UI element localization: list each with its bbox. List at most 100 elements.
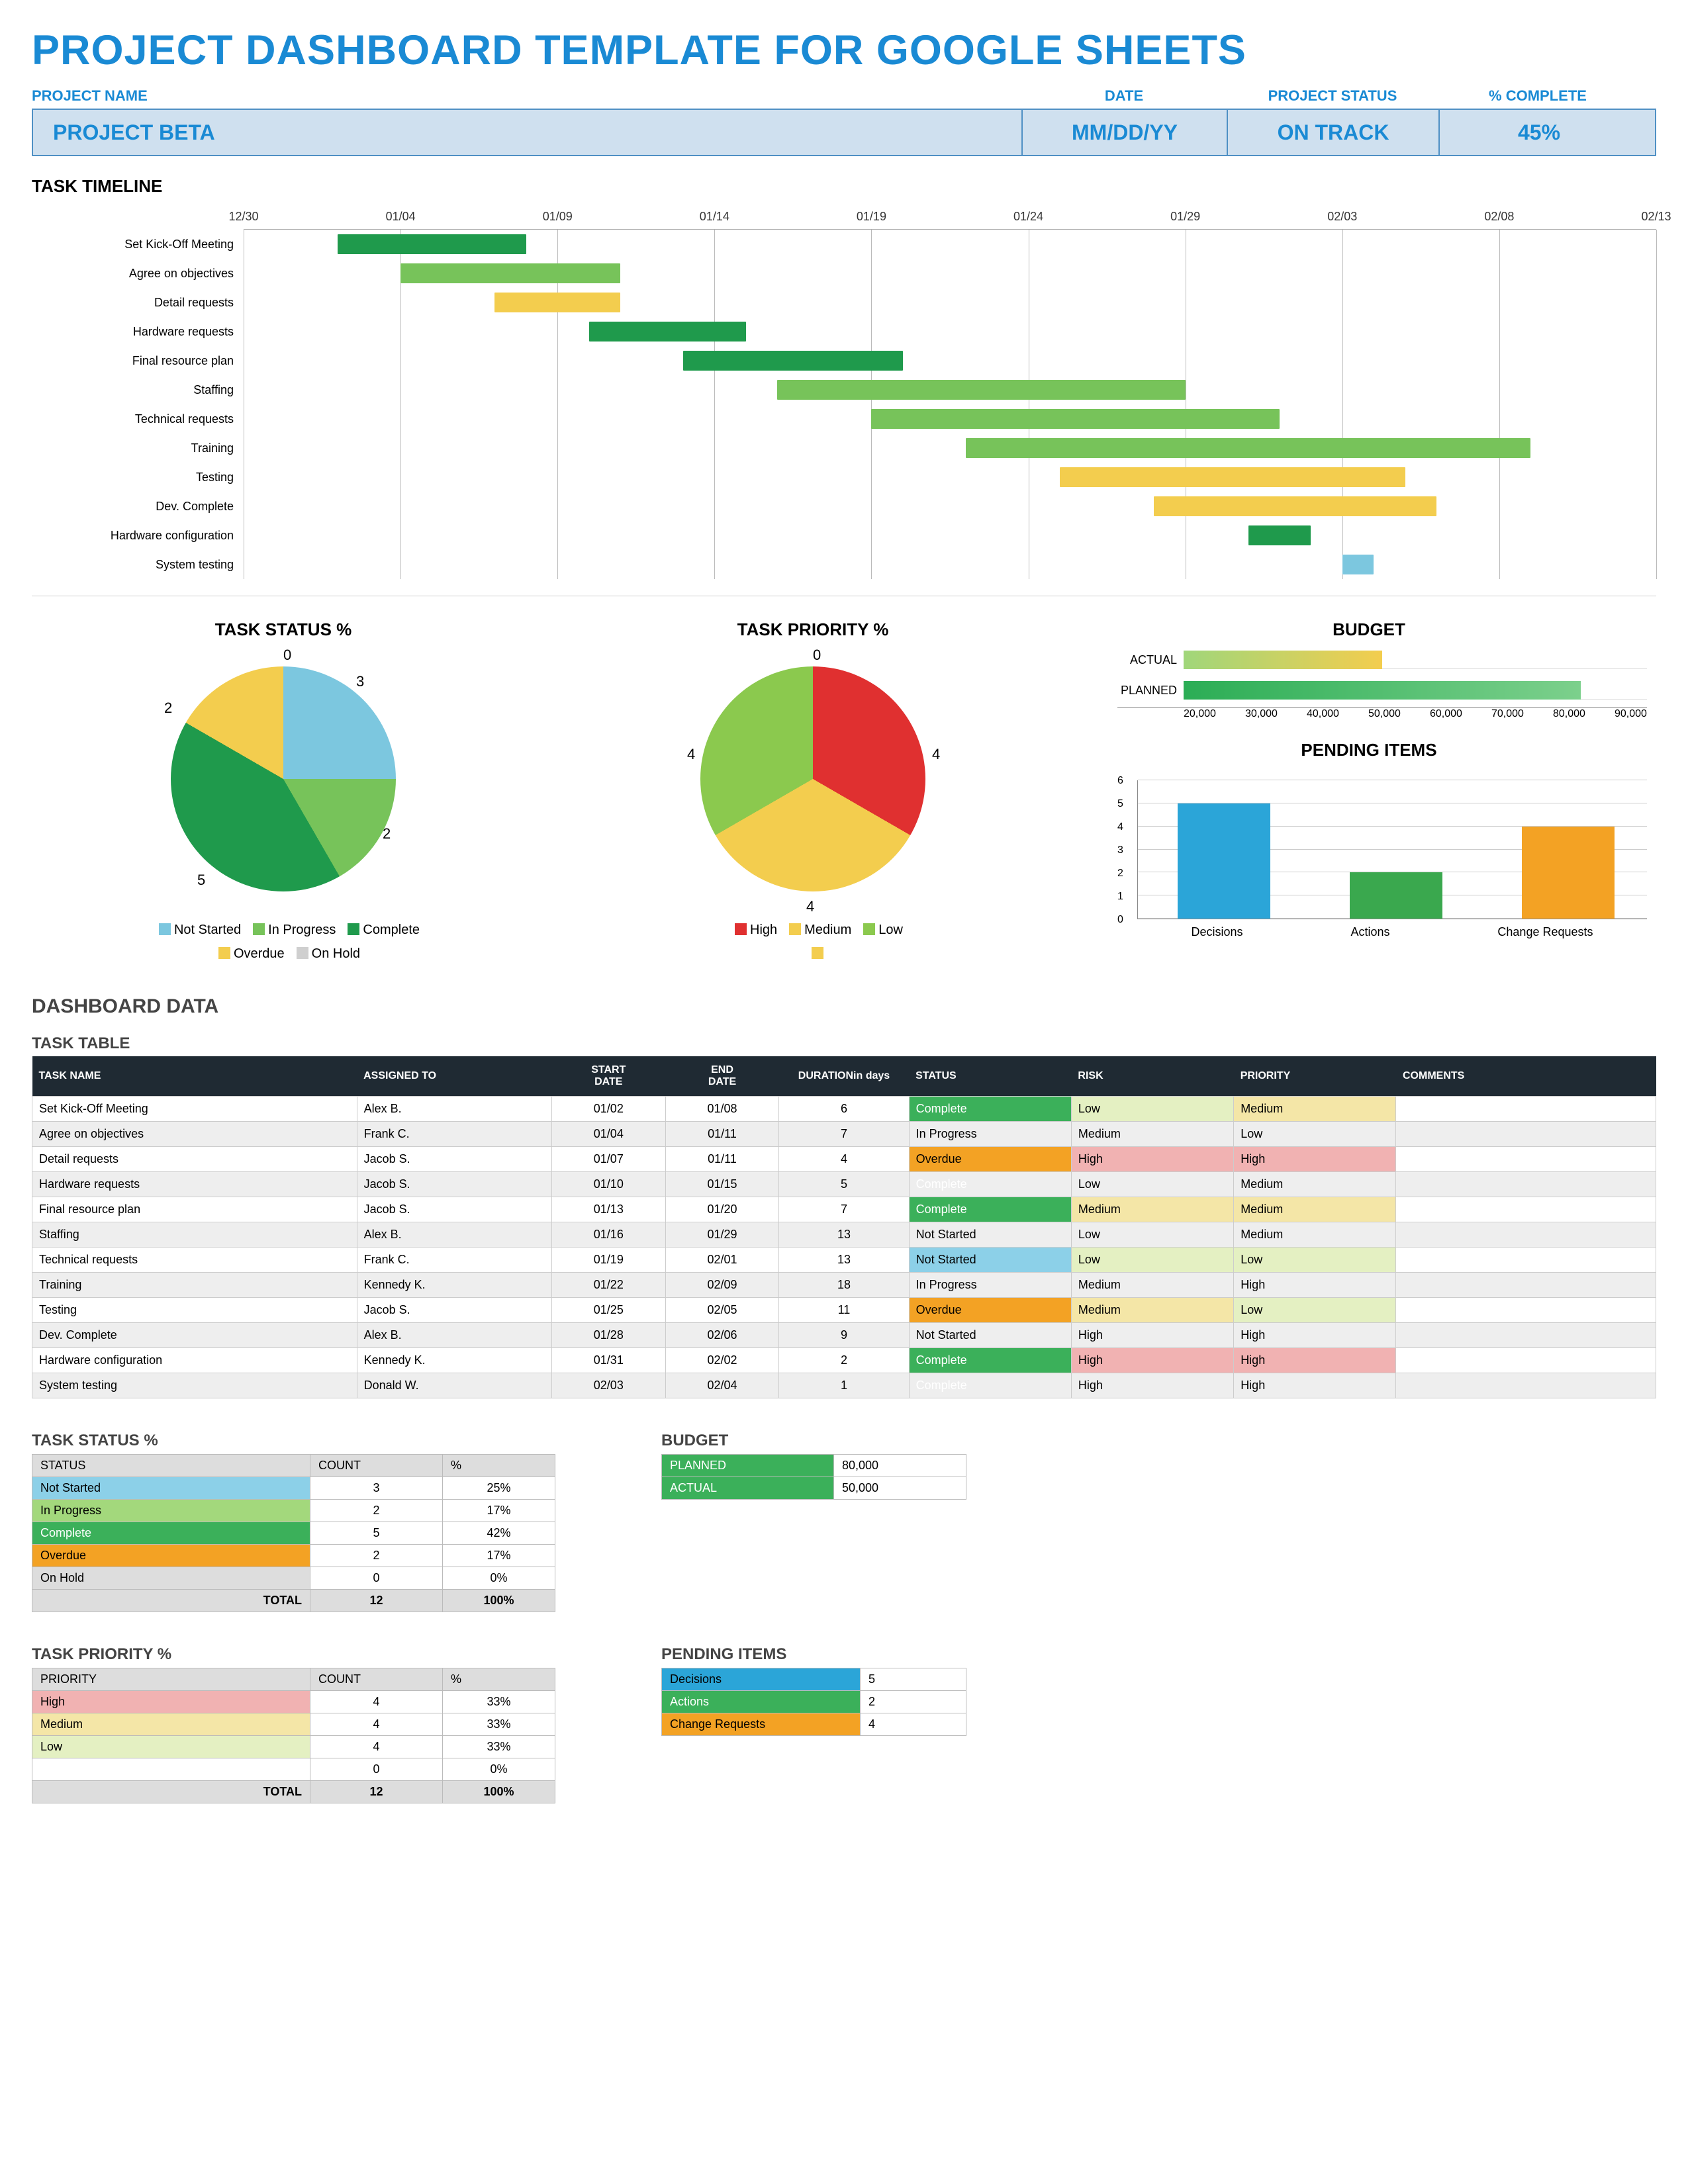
priority-pie (700, 666, 925, 891)
label-date: DATE (1021, 87, 1227, 105)
priority-summary-title: TASK PRIORITY % (32, 1645, 555, 1664)
gantt-task-label: Dev. Complete (32, 492, 244, 521)
table-row[interactable]: Decisions5 (662, 1668, 966, 1691)
budget-label: PLANNED (1117, 684, 1184, 698)
table-row[interactable]: High433% (32, 1691, 555, 1713)
label-complete: % COMPLETE (1438, 87, 1637, 105)
table-row[interactable]: Final resource planJacob S.01/1301/207Co… (32, 1197, 1656, 1222)
gantt-bar (494, 293, 620, 312)
gantt-task-label: System testing (32, 550, 244, 579)
label-projectname: PROJECT NAME (32, 87, 1021, 105)
task-th: PRIORITY (1234, 1056, 1396, 1097)
pending-bar (1522, 827, 1615, 919)
budget-summary-title: BUDGET (661, 1432, 966, 1450)
pending-x-label: Actions (1350, 925, 1389, 939)
dashboard-data-title: DASHBOARD DATA (32, 995, 1656, 1018)
pending-x-label: Decisions (1191, 925, 1243, 939)
task-table: TASK NAMEASSIGNED TOSTARTDATEENDDATEDURA… (32, 1056, 1656, 1398)
table-row[interactable]: Low433% (32, 1736, 555, 1758)
pending-x-label: Change Requests (1497, 925, 1593, 939)
pending-chart: 0123456DecisionsActionsChange Requests (1117, 780, 1647, 939)
task-th: TASK NAME (32, 1056, 357, 1097)
pending-summary-title: PENDING ITEMS (661, 1645, 966, 1664)
task-status-chart: TASK STATUS % 32520 Not StartedIn Progre… (32, 619, 535, 966)
value-status[interactable]: ON TRACK (1228, 110, 1440, 155)
gantt-task-label: Set Kick-Off Meeting (32, 230, 244, 259)
budget-summary-table: PLANNED80,000ACTUAL50,000 (661, 1454, 966, 1500)
pending-title: PENDING ITEMS (1091, 740, 1647, 760)
task-th: STARTDATE (551, 1056, 665, 1097)
table-row[interactable]: PLANNED80,000 (662, 1455, 966, 1477)
charts-row: TASK STATUS % 32520 Not StartedIn Progre… (32, 619, 1656, 966)
budget-bar (1184, 651, 1382, 669)
gantt-bar (400, 263, 620, 283)
status-summary-title: TASK STATUS % (32, 1432, 555, 1450)
header-labels: PROJECT NAME DATE PROJECT STATUS % COMPL… (32, 87, 1656, 105)
gantt-task-label: Training (32, 433, 244, 463)
table-row[interactable]: Set Kick-Off MeetingAlex B.01/0201/086Co… (32, 1097, 1656, 1122)
status-pie (171, 666, 396, 891)
pie-value: 0 (283, 647, 291, 664)
table-row[interactable]: ACTUAL50,000 (662, 1477, 966, 1500)
header-row: PROJECT BETA MM/DD/YY ON TRACK 45% (32, 109, 1656, 156)
task-priority-chart: TASK PRIORITY % 4440 HighMediumLow (561, 619, 1064, 966)
pie-value: 4 (932, 746, 940, 763)
table-row[interactable]: Hardware requestsJacob S.01/1001/155Comp… (32, 1172, 1656, 1197)
gantt-task-label: Staffing (32, 375, 244, 404)
budget-title: BUDGET (1091, 619, 1647, 640)
gantt-chart: Set Kick-Off MeetingAgree on objectivesD… (32, 203, 1656, 596)
table-row[interactable]: Overdue217% (32, 1545, 555, 1567)
table-row[interactable]: Not Started325% (32, 1477, 555, 1500)
gantt-task-label: Technical requests (32, 404, 244, 433)
table-row[interactable]: 00% (32, 1758, 555, 1781)
table-row[interactable]: TrainingKennedy K.01/2202/0918In Progres… (32, 1273, 1656, 1298)
pie-value: 2 (383, 825, 391, 842)
table-row[interactable]: Change Requests4 (662, 1713, 966, 1736)
task-th: RISK (1071, 1056, 1233, 1097)
gantt-bar (777, 380, 1185, 400)
summary-th: % (443, 1668, 555, 1691)
table-row[interactable]: On Hold00% (32, 1567, 555, 1590)
gantt-bar (1154, 496, 1436, 516)
value-date[interactable]: MM/DD/YY (1023, 110, 1228, 155)
pending-summary-table: Decisions5Actions2Change Requests4 (661, 1668, 966, 1736)
table-row[interactable]: Complete542% (32, 1522, 555, 1545)
task-th: COMMENTS (1396, 1056, 1656, 1097)
right-charts: BUDGET ACTUALPLANNED20,00030,00040,00050… (1091, 619, 1647, 966)
pie-value: 2 (164, 700, 172, 717)
gantt-bar (1060, 467, 1405, 487)
gantt-bar (338, 234, 526, 254)
table-row[interactable]: Dev. CompleteAlex B.01/2802/069Not Start… (32, 1323, 1656, 1348)
gantt-task-label: Final resource plan (32, 346, 244, 375)
budget-bar (1184, 681, 1581, 700)
table-row[interactable]: Hardware configurationKennedy K.01/3102/… (32, 1348, 1656, 1373)
table-row[interactable]: TestingJacob S.01/2502/0511OverdueMedium… (32, 1298, 1656, 1323)
table-row[interactable]: Medium433% (32, 1713, 555, 1736)
value-complete[interactable]: 45% (1440, 110, 1638, 155)
gantt-bar (966, 438, 1531, 458)
table-row[interactable]: Actions2 (662, 1691, 966, 1713)
summary-th: PRIORITY (32, 1668, 310, 1691)
task-th: DURATIONin days (779, 1056, 909, 1097)
task-th: STATUS (909, 1056, 1071, 1097)
table-row[interactable]: System testingDonald W.02/0302/041Comple… (32, 1373, 1656, 1398)
table-row[interactable]: Detail requestsJacob S.01/0701/114Overdu… (32, 1147, 1656, 1172)
table-row[interactable]: StaffingAlex B.01/1601/2913Not StartedLo… (32, 1222, 1656, 1248)
status-legend: Not StartedIn ProgressCompleteOverdueOn … (32, 918, 535, 966)
gantt-task-label: Hardware requests (32, 317, 244, 346)
gantt-bar (589, 322, 746, 341)
table-row[interactable]: Technical requestsFrank C.01/1902/0113No… (32, 1248, 1656, 1273)
pie-value: 4 (806, 898, 814, 915)
gantt-bar (1248, 525, 1311, 545)
gantt-bar (1342, 555, 1374, 574)
gantt-task-label: Testing (32, 463, 244, 492)
value-projectname[interactable]: PROJECT BETA (33, 110, 1023, 155)
budget-chart: ACTUALPLANNED20,00030,00040,00050,00060,… (1117, 647, 1647, 720)
task-th: ENDDATE (665, 1056, 779, 1097)
table-row[interactable]: In Progress217% (32, 1500, 555, 1522)
timeline-title: TASK TIMELINE (32, 176, 1656, 197)
gantt-bar (871, 409, 1279, 429)
table-row[interactable]: Agree on objectivesFrank C.01/0401/117In… (32, 1122, 1656, 1147)
gantt-task-label: Detail requests (32, 288, 244, 317)
status-summary-table: STATUSCOUNT%Not Started325%In Progress21… (32, 1454, 555, 1612)
